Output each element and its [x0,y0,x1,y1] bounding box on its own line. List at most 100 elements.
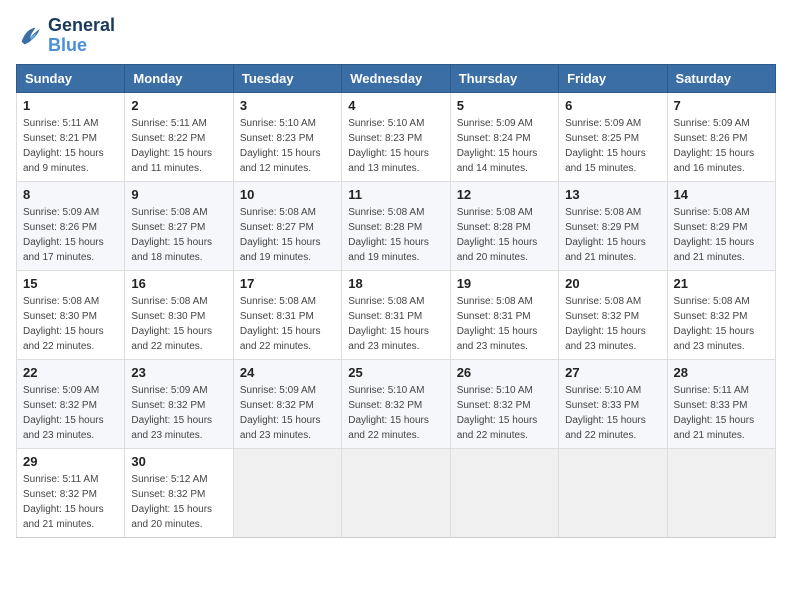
day-number: 12 [457,187,552,202]
day-number: 1 [23,98,118,113]
day-info: Sunrise: 5:08 AMSunset: 8:30 PMDaylight:… [131,294,226,354]
day-number: 21 [674,276,769,291]
calendar-cell: 6 Sunrise: 5:09 AMSunset: 8:25 PMDaylight… [559,92,667,181]
day-number: 2 [131,98,226,113]
calendar-cell: 8 Sunrise: 5:09 AMSunset: 8:26 PMDaylight… [17,181,125,270]
day-info: Sunrise: 5:08 AMSunset: 8:29 PMDaylight:… [674,205,769,265]
calendar-cell: 17 Sunrise: 5:08 AMSunset: 8:31 PMDayligh… [233,270,341,359]
week-row-4: 22 Sunrise: 5:09 AMSunset: 8:32 PMDayligh… [17,359,776,448]
calendar-cell: 27Sunrise: 5:10 AMSunset: 8:33 PMDayligh… [559,359,667,448]
calendar-cell [450,448,558,537]
day-number: 11 [348,187,443,202]
day-info: Sunrise: 5:11 AMSunset: 8:22 PMDaylight:… [131,116,226,176]
calendar-cell: 20 Sunrise: 5:08 AMSunset: 8:32 PMDayligh… [559,270,667,359]
calendar-cell: 12 Sunrise: 5:08 AMSunset: 8:28 PMDayligh… [450,181,558,270]
header-row: SundayMondayTuesdayWednesdayThursdayFrid… [17,64,776,92]
day-info: Sunrise: 5:09 AMSunset: 8:26 PMDaylight:… [23,205,118,265]
day-number: 15 [23,276,118,291]
day-number: 7 [674,98,769,113]
calendar-cell: 1 Sunrise: 5:11 AMSunset: 8:21 PMDaylight… [17,92,125,181]
header-wednesday: Wednesday [342,64,450,92]
logo-icon [16,22,44,50]
calendar-cell: 13Sunrise: 5:08 AMSunset: 8:29 PMDayligh… [559,181,667,270]
day-info: Sunrise: 5:11 AMSunset: 8:33 PMDaylight:… [674,383,769,443]
calendar-cell: 3 Sunrise: 5:10 AMSunset: 8:23 PMDaylight… [233,92,341,181]
calendar-cell [559,448,667,537]
day-number: 13 [565,187,660,202]
day-info: Sunrise: 5:09 AMSunset: 8:32 PMDaylight:… [23,383,118,443]
day-info: Sunrise: 5:12 AMSunset: 8:32 PMDaylight:… [131,472,226,532]
day-info: Sunrise: 5:09 AMSunset: 8:32 PMDaylight:… [240,383,335,443]
calendar-cell: 16 Sunrise: 5:08 AMSunset: 8:30 PMDayligh… [125,270,233,359]
calendar-cell: 15Sunrise: 5:08 AMSunset: 8:30 PMDayligh… [17,270,125,359]
day-number: 20 [565,276,660,291]
day-info: Sunrise: 5:11 AMSunset: 8:32 PMDaylight:… [23,472,118,532]
calendar-cell: 22 Sunrise: 5:09 AMSunset: 8:32 PMDayligh… [17,359,125,448]
calendar-cell: 19 Sunrise: 5:08 AMSunset: 8:31 PMDayligh… [450,270,558,359]
header-friday: Friday [559,64,667,92]
day-number: 3 [240,98,335,113]
header-sunday: Sunday [17,64,125,92]
day-number: 18 [348,276,443,291]
calendar-cell: 28 Sunrise: 5:11 AMSunset: 8:33 PMDayligh… [667,359,775,448]
day-number: 14 [674,187,769,202]
day-info: Sunrise: 5:10 AMSunset: 8:23 PMDaylight:… [240,116,335,176]
calendar-cell: 7 Sunrise: 5:09 AMSunset: 8:26 PMDaylight… [667,92,775,181]
calendar-cell: 2 Sunrise: 5:11 AMSunset: 8:22 PMDaylight… [125,92,233,181]
calendar-cell [233,448,341,537]
page-header: General Blue [16,16,776,56]
calendar-cell [342,448,450,537]
day-number: 17 [240,276,335,291]
calendar-cell: 10 Sunrise: 5:08 AMSunset: 8:27 PMDayligh… [233,181,341,270]
day-number: 22 [23,365,118,380]
header-thursday: Thursday [450,64,558,92]
logo-line2: Blue [48,36,115,56]
day-info: Sunrise: 5:08 AMSunset: 8:27 PMDaylight:… [131,205,226,265]
day-info: Sunrise: 5:11 AMSunset: 8:21 PMDaylight:… [23,116,118,176]
logo-line1: General [48,16,115,36]
calendar-cell: 4Sunrise: 5:10 AMSunset: 8:23 PMDaylight… [342,92,450,181]
day-info: Sunrise: 5:09 AMSunset: 8:26 PMDaylight:… [674,116,769,176]
day-info: Sunrise: 5:08 AMSunset: 8:28 PMDaylight:… [457,205,552,265]
day-number: 29 [23,454,118,469]
day-number: 6 [565,98,660,113]
header-tuesday: Tuesday [233,64,341,92]
day-number: 19 [457,276,552,291]
week-row-5: 29 Sunrise: 5:11 AMSunset: 8:32 PMDayligh… [17,448,776,537]
calendar-cell [667,448,775,537]
day-number: 28 [674,365,769,380]
day-number: 10 [240,187,335,202]
day-info: Sunrise: 5:08 AMSunset: 8:32 PMDaylight:… [674,294,769,354]
day-number: 8 [23,187,118,202]
day-number: 24 [240,365,335,380]
day-info: Sunrise: 5:08 AMSunset: 8:31 PMDaylight:… [348,294,443,354]
day-info: Sunrise: 5:10 AMSunset: 8:32 PMDaylight:… [348,383,443,443]
day-number: 30 [131,454,226,469]
calendar-cell: 24 Sunrise: 5:09 AMSunset: 8:32 PMDayligh… [233,359,341,448]
day-info: Sunrise: 5:10 AMSunset: 8:32 PMDaylight:… [457,383,552,443]
week-row-1: 1 Sunrise: 5:11 AMSunset: 8:21 PMDaylight… [17,92,776,181]
calendar-cell: 18 Sunrise: 5:08 AMSunset: 8:31 PMDayligh… [342,270,450,359]
calendar-cell: 21 Sunrise: 5:08 AMSunset: 8:32 PMDayligh… [667,270,775,359]
day-info: Sunrise: 5:08 AMSunset: 8:28 PMDaylight:… [348,205,443,265]
day-info: Sunrise: 5:08 AMSunset: 8:31 PMDaylight:… [240,294,335,354]
logo: General Blue [16,16,115,56]
header-monday: Monday [125,64,233,92]
day-number: 23 [131,365,226,380]
calendar-cell: 14 Sunrise: 5:08 AMSunset: 8:29 PMDayligh… [667,181,775,270]
week-row-2: 8 Sunrise: 5:09 AMSunset: 8:26 PMDaylight… [17,181,776,270]
day-number: 26 [457,365,552,380]
day-info: Sunrise: 5:08 AMSunset: 8:32 PMDaylight:… [565,294,660,354]
day-info: Sunrise: 5:09 AMSunset: 8:32 PMDaylight:… [131,383,226,443]
week-row-3: 15 Sunrise: 5:08 AMSunset: 8:30 PMDayligh… [17,270,776,359]
calendar-cell: 9Sunrise: 5:08 AMSunset: 8:27 PMDaylight… [125,181,233,270]
day-info: Sunrise: 5:09 AMSunset: 8:25 PMDaylight:… [565,116,660,176]
day-info: Sunrise: 5:09 AMSunset: 8:24 PMDaylight:… [457,116,552,176]
day-info: Sunrise: 5:08 AMSunset: 8:31 PMDaylight:… [457,294,552,354]
calendar-cell: 30 Sunrise: 5:12 AMSunset: 8:32 PMDayligh… [125,448,233,537]
calendar-cell: 25Sunrise: 5:10 AMSunset: 8:32 PMDayligh… [342,359,450,448]
day-info: Sunrise: 5:08 AMSunset: 8:27 PMDaylight:… [240,205,335,265]
calendar-cell: 26 Sunrise: 5:10 AMSunset: 8:32 PMDayligh… [450,359,558,448]
calendar-cell: 23 Sunrise: 5:09 AMSunset: 8:32 PMDayligh… [125,359,233,448]
day-number: 16 [131,276,226,291]
